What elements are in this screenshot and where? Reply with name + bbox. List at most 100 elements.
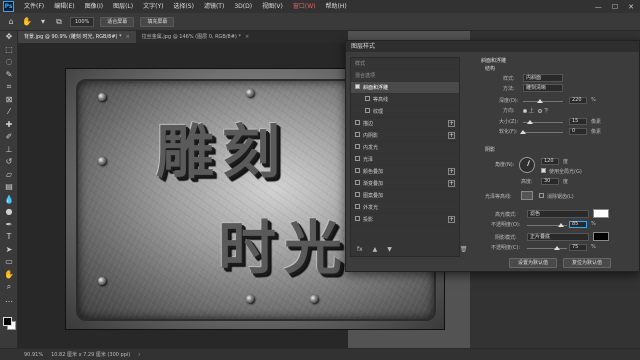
radio-down[interactable]	[537, 108, 542, 113]
soften-slider[interactable]	[520, 130, 563, 134]
type-tool-icon[interactable]: T	[0, 231, 18, 244]
color-swatches[interactable]	[3, 317, 17, 331]
angle-dial[interactable]	[519, 157, 535, 173]
scroll-all-windows-icon[interactable]: ⧉	[54, 17, 64, 27]
healing-brush-icon[interactable]: ✚	[0, 119, 18, 132]
lasso-tool-icon[interactable]: ◌	[0, 56, 18, 69]
maximize-button[interactable]: ☐	[612, 3, 618, 11]
add-icon[interactable]: +	[448, 180, 455, 187]
eraser-tool-icon[interactable]: ▱	[0, 169, 18, 182]
menu-3d[interactable]: 3D(D)	[229, 0, 257, 13]
style-item-bevel-emboss[interactable]: 斜面和浮雕	[351, 82, 459, 94]
document-tab[interactable]: 背景.jpg @ 90.9% (雕刻 时光, RGB/8#) * ×	[18, 31, 136, 43]
depth-input[interactable]: 220	[569, 97, 587, 104]
radio-up[interactable]	[523, 108, 527, 113]
checkbox[interactable]	[355, 204, 360, 209]
style-item-inner-glow[interactable]: 内发光	[351, 142, 459, 154]
frame-tool-icon[interactable]: ⊠	[0, 94, 18, 107]
highlight-opacity-slider[interactable]	[527, 223, 567, 227]
checkbox[interactable]	[355, 216, 360, 221]
slider-thumb[interactable]	[558, 223, 564, 227]
highlight-color-swatch[interactable]	[593, 209, 609, 218]
home-icon[interactable]: ⌂	[6, 17, 16, 27]
technique-select[interactable]: 雕刻清晰	[523, 84, 563, 92]
history-brush-icon[interactable]: ↺	[0, 156, 18, 169]
add-icon[interactable]: +	[448, 216, 455, 223]
add-icon[interactable]: +	[448, 120, 455, 127]
shadow-opacity-slider[interactable]	[527, 246, 567, 250]
eyedropper-tool-icon[interactable]: ⁄	[0, 106, 18, 119]
status-zoom[interactable]: 90.91%	[24, 352, 43, 358]
chevron-right-icon[interactable]: ›	[138, 352, 140, 358]
angle-input[interactable]: 120	[541, 158, 559, 165]
style-item-pattern-overlay[interactable]: 图案叠加	[351, 190, 459, 202]
fx-icon[interactable]: fx	[357, 246, 363, 253]
add-icon[interactable]: +	[448, 168, 455, 175]
style-item-gradient-overlay[interactable]: 渐变叠加 +	[351, 178, 459, 190]
reset-default-button[interactable]: 复位为默认值	[563, 258, 611, 268]
close-icon[interactable]: ×	[126, 34, 130, 40]
checkbox[interactable]	[365, 108, 370, 113]
menu-view[interactable]: 视图(V)	[257, 0, 288, 13]
style-item-inner-shadow[interactable]: 内阴影 +	[351, 130, 459, 142]
more-tools-icon[interactable]: …	[0, 294, 18, 307]
altitude-input[interactable]: 30	[541, 178, 559, 185]
style-item-blending-options[interactable]: 混合选项	[351, 70, 459, 82]
fit-screen-button[interactable]: 适合屏幕	[100, 16, 135, 27]
size-input[interactable]: 15	[569, 118, 587, 125]
menu-type[interactable]: 文字(Y)	[138, 0, 168, 13]
style-item-texture[interactable]: 纹理	[351, 106, 459, 118]
menu-filter[interactable]: 滤镜(T)	[199, 0, 229, 13]
zoom-field[interactable]: 100%	[70, 16, 95, 27]
trash-icon[interactable]: 🗑	[460, 246, 468, 253]
shadow-color-swatch[interactable]	[593, 232, 609, 241]
style-item-outer-glow[interactable]: 外发光	[351, 202, 459, 214]
style-item-satin[interactable]: 光泽	[351, 154, 459, 166]
document-tab[interactable]: 拉丝金属.jpg @ 146% (图层 0, RGB/8#) * ×	[136, 31, 255, 43]
menu-image[interactable]: 图像(I)	[80, 0, 108, 13]
slider-thumb[interactable]	[537, 99, 543, 103]
global-light-checkbox[interactable]	[541, 168, 546, 173]
menu-help[interactable]: 帮助(H)	[321, 0, 352, 13]
hand-tool-icon[interactable]: ✋	[0, 269, 18, 282]
set-default-button[interactable]: 设置为默认值	[509, 258, 557, 268]
dodge-tool-icon[interactable]: ●	[0, 206, 18, 219]
pen-tool-icon[interactable]: ✒	[0, 219, 18, 232]
menu-select[interactable]: 选择(S)	[168, 0, 199, 13]
slider-thumb[interactable]	[554, 246, 560, 250]
checkbox[interactable]	[365, 96, 370, 101]
antialias-checkbox[interactable]	[539, 193, 544, 198]
brush-tool-icon[interactable]: ✐	[0, 131, 18, 144]
stamp-tool-icon[interactable]: ⊥	[0, 144, 18, 157]
highlight-mode-select[interactable]: 滤色	[527, 210, 589, 218]
crop-tool-icon[interactable]: ⌗	[0, 81, 18, 94]
shadow-opacity-input[interactable]: 75	[569, 244, 587, 251]
soften-input[interactable]: 0	[569, 128, 587, 135]
gloss-contour-picker[interactable]	[521, 191, 533, 200]
highlight-opacity-input[interactable]: 85	[569, 221, 587, 228]
hand-tool-icon[interactable]: ✋	[22, 17, 32, 27]
checkbox[interactable]	[355, 168, 360, 173]
gradient-tool-icon[interactable]: ▤	[0, 181, 18, 194]
minimize-button[interactable]: —	[595, 3, 602, 11]
checkbox[interactable]	[355, 120, 360, 125]
blur-tool-icon[interactable]: 💧	[0, 194, 18, 207]
marquee-tool-icon[interactable]: ⬚	[0, 44, 18, 57]
foreground-color[interactable]	[3, 317, 12, 326]
style-item-color-overlay[interactable]: 颜色叠加 +	[351, 166, 459, 178]
zoom-tool-icon[interactable]: ⌕	[0, 281, 18, 294]
style-item-contour[interactable]: 等高线	[351, 94, 459, 106]
checkbox[interactable]	[355, 84, 360, 89]
checkbox[interactable]	[355, 192, 360, 197]
chevron-down-icon[interactable]: ▾	[38, 17, 48, 27]
fill-screen-button[interactable]: 填充屏幕	[140, 16, 175, 27]
menu-edit[interactable]: 编辑(E)	[49, 0, 79, 13]
close-button[interactable]: ✕	[628, 3, 634, 11]
size-slider[interactable]	[523, 120, 563, 124]
style-item-styles[interactable]: 样式	[351, 58, 459, 70]
slider-thumb[interactable]	[527, 120, 533, 124]
checkbox[interactable]	[355, 144, 360, 149]
depth-slider[interactable]	[523, 99, 563, 103]
add-icon[interactable]: +	[448, 132, 455, 139]
move-down-icon[interactable]: ▼	[387, 246, 392, 253]
